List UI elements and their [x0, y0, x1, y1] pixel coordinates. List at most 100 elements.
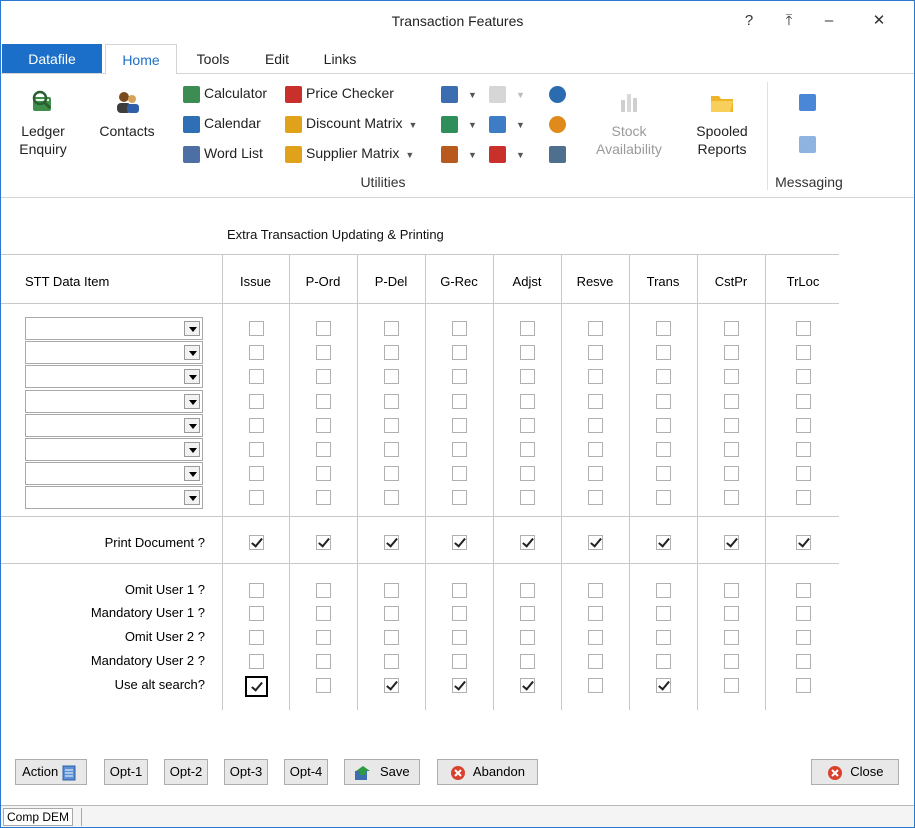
stt-data-item-select[interactable] [25, 462, 203, 485]
option-checkbox[interactable] [452, 583, 467, 598]
data-item-checkbox[interactable] [796, 394, 811, 409]
data-item-checkbox[interactable] [249, 321, 264, 336]
checklist-button[interactable]: ▼ [489, 142, 525, 164]
stt-data-item-select[interactable] [25, 341, 203, 364]
data-item-checkbox[interactable] [452, 369, 467, 384]
stack-dropdown-icon[interactable]: ▼ [468, 150, 477, 160]
word-list-button[interactable]: Word List [183, 142, 263, 164]
option-checkbox[interactable] [588, 630, 603, 645]
data-item-checkbox[interactable] [249, 345, 264, 360]
chevron-down-icon[interactable] [184, 321, 200, 336]
data-item-checkbox[interactable] [384, 345, 399, 360]
address-card-button[interactable]: ▼ [441, 82, 477, 104]
save-button[interactable]: Save [344, 759, 420, 785]
option-checkbox[interactable] [796, 630, 811, 645]
data-item-checkbox[interactable] [316, 394, 331, 409]
calendar-button[interactable]: Calendar [183, 112, 261, 134]
opt-1-button[interactable]: Opt-1 [104, 759, 148, 785]
price-checker-button[interactable]: Price Checker [285, 82, 394, 104]
data-item-checkbox[interactable] [520, 369, 535, 384]
data-item-checkbox[interactable] [452, 442, 467, 457]
option-checkbox[interactable] [656, 606, 671, 621]
data-item-checkbox[interactable] [656, 345, 671, 360]
alarm-button[interactable] [549, 112, 570, 134]
discount-matrix-button[interactable]: Discount Matrix ▼ [285, 112, 417, 134]
option-checkbox[interactable] [384, 583, 399, 598]
supplier-matrix-dropdown-icon[interactable]: ▼ [405, 150, 414, 160]
data-item-checkbox[interactable] [316, 418, 331, 433]
option-checkbox[interactable] [316, 654, 331, 669]
data-item-checkbox[interactable] [796, 321, 811, 336]
chevron-down-icon[interactable] [184, 418, 200, 433]
data-item-checkbox[interactable] [588, 490, 603, 505]
data-item-checkbox[interactable] [384, 490, 399, 505]
close-button[interactable]: Close [811, 759, 899, 785]
option-checkbox[interactable] [724, 630, 739, 645]
data-item-checkbox[interactable] [588, 466, 603, 481]
data-item-checkbox[interactable] [384, 394, 399, 409]
data-item-checkbox[interactable] [249, 418, 264, 433]
chevron-down-icon[interactable] [184, 442, 200, 457]
spooled-reports-button[interactable]: Spooled Reports [685, 88, 759, 158]
option-checkbox[interactable] [452, 630, 467, 645]
data-item-checkbox[interactable] [724, 490, 739, 505]
data-item-checkbox[interactable] [452, 394, 467, 409]
print-document-checkbox[interactable] [520, 535, 535, 550]
print-document-checkbox[interactable] [316, 535, 331, 550]
option-checkbox[interactable] [796, 606, 811, 621]
option-checkbox[interactable] [249, 630, 264, 645]
abandon-button[interactable]: Abandon [437, 759, 538, 785]
option-checkbox[interactable] [724, 583, 739, 598]
calculator-button[interactable]: Calculator [183, 82, 267, 104]
close-window-button[interactable]: ✕ [864, 9, 894, 33]
opt-3-button[interactable]: Opt-3 [224, 759, 268, 785]
data-item-checkbox[interactable] [452, 466, 467, 481]
data-item-checkbox[interactable] [656, 394, 671, 409]
address-card-dropdown-icon[interactable]: ▼ [468, 90, 477, 100]
add-record-button[interactable]: ▼ [441, 112, 477, 134]
data-item-checkbox[interactable] [384, 466, 399, 481]
data-item-checkbox[interactable] [316, 466, 331, 481]
action-button[interactable]: Action [15, 759, 87, 785]
option-checkbox[interactable] [316, 630, 331, 645]
data-item-checkbox[interactable] [656, 418, 671, 433]
option-checkbox[interactable] [249, 654, 264, 669]
data-item-checkbox[interactable] [724, 345, 739, 360]
globe-button[interactable] [549, 82, 570, 104]
option-checkbox[interactable] [384, 654, 399, 669]
data-item-checkbox[interactable] [384, 321, 399, 336]
data-item-checkbox[interactable] [249, 466, 264, 481]
data-item-checkbox[interactable] [316, 345, 331, 360]
data-item-checkbox[interactable] [316, 442, 331, 457]
data-item-checkbox[interactable] [520, 442, 535, 457]
tab-tools[interactable]: Tools [187, 44, 239, 74]
option-checkbox[interactable] [520, 606, 535, 621]
option-checkbox[interactable] [452, 654, 467, 669]
option-checkbox[interactable] [520, 630, 535, 645]
data-item-checkbox[interactable] [796, 418, 811, 433]
data-item-checkbox[interactable] [796, 466, 811, 481]
data-item-checkbox[interactable] [724, 418, 739, 433]
data-item-checkbox[interactable] [316, 490, 331, 505]
print-document-checkbox[interactable] [249, 535, 264, 550]
data-item-checkbox[interactable] [656, 490, 671, 505]
supplier-matrix-button[interactable]: Supplier Matrix ▼ [285, 142, 414, 164]
data-item-checkbox[interactable] [452, 490, 467, 505]
data-item-checkbox[interactable] [452, 345, 467, 360]
data-item-checkbox[interactable] [249, 490, 264, 505]
option-checkbox[interactable] [724, 606, 739, 621]
option-checkbox[interactable] [249, 583, 264, 598]
read-message-button[interactable] [799, 132, 820, 154]
data-item-checkbox[interactable] [316, 369, 331, 384]
print-document-checkbox[interactable] [384, 535, 399, 550]
option-checkbox[interactable] [316, 606, 331, 621]
tab-datafile[interactable]: Datafile [2, 44, 102, 73]
send-message-button[interactable] [799, 90, 820, 112]
data-item-checkbox[interactable] [656, 442, 671, 457]
stt-data-item-select[interactable] [25, 317, 203, 340]
data-item-checkbox[interactable] [249, 394, 264, 409]
print-document-checkbox[interactable] [724, 535, 739, 550]
stt-data-item-select[interactable] [25, 438, 203, 461]
stt-data-item-select[interactable] [25, 365, 203, 388]
option-checkbox[interactable] [249, 606, 264, 621]
